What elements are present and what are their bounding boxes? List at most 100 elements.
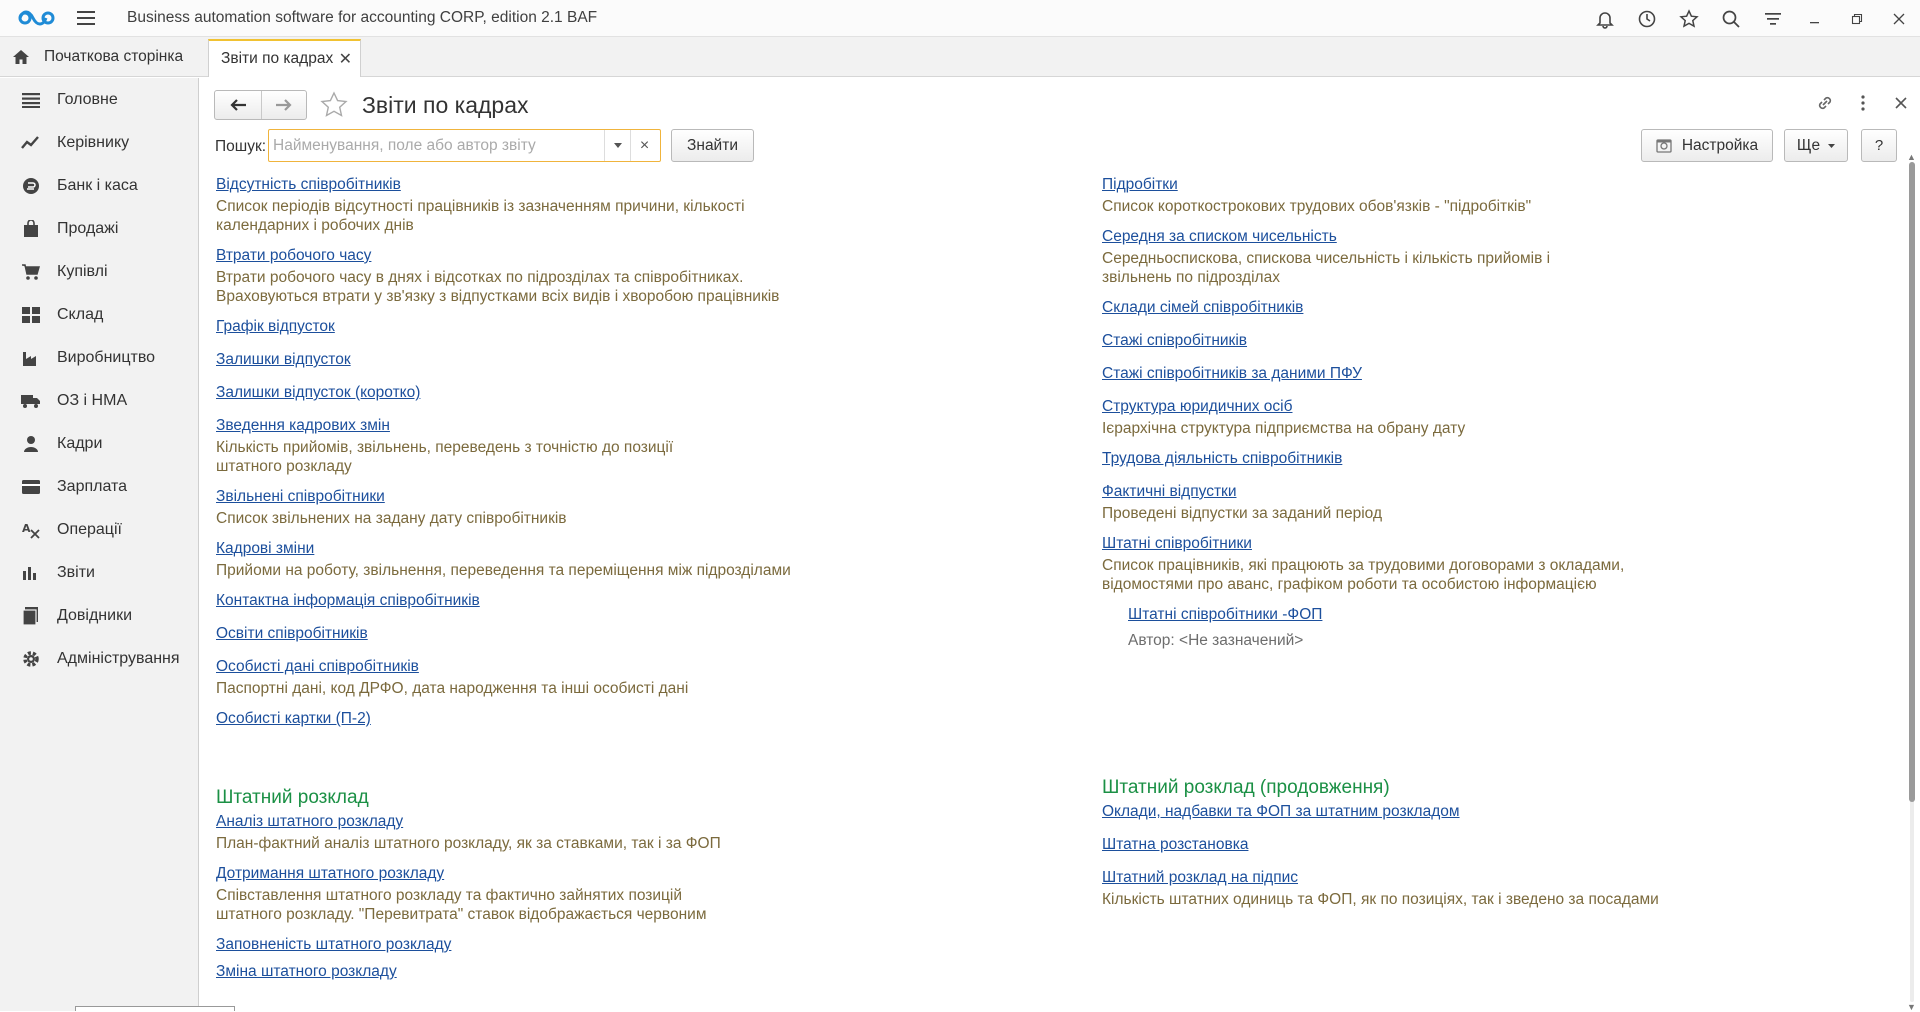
- report-link-personal-data[interactable]: Особисті дані співробітників: [216, 656, 419, 677]
- report-link-dismissed[interactable]: Звільнені співробітники: [216, 486, 385, 507]
- sidebar-item-directories[interactable]: Довідники: [0, 594, 198, 637]
- report-link-average-headcount[interactable]: Середня за списком чисельність: [1102, 226, 1337, 247]
- clear-search-icon[interactable]: ×: [630, 130, 658, 161]
- close-window-icon[interactable]: [1878, 0, 1920, 37]
- report-link-staffing-signature[interactable]: Штатний розклад на підпис: [1102, 867, 1298, 888]
- search-history-dropdown[interactable]: [604, 130, 630, 161]
- sidebar-item-salary[interactable]: Зарплата: [0, 465, 198, 508]
- trend-icon: [20, 132, 42, 154]
- report-description: Ієрархічна структура підприємства на обр…: [1102, 420, 1466, 437]
- find-button[interactable]: Знайти: [671, 129, 754, 162]
- sidebar-item-manager[interactable]: Керівнику: [0, 121, 198, 164]
- reports-column-right: Підробітки Список короткострокових трудо…: [1102, 174, 1882, 919]
- sidebar-item-purchases[interactable]: Купівлі: [0, 250, 198, 293]
- report-link-contact-info[interactable]: Контактна інформація співробітників: [216, 590, 480, 611]
- list-item: Залишки відпусток (коротко): [216, 382, 1036, 403]
- section-title-staffing: Штатний розклад: [216, 787, 369, 808]
- report-link-staffing-change[interactable]: Зміна штатного розкладу: [216, 961, 397, 982]
- sidebar-item-administration[interactable]: Адміністрування: [0, 637, 198, 680]
- report-link-seniority-pfu[interactable]: Стажі співробітників за даними ПФУ: [1102, 363, 1362, 384]
- arrow-right-icon: [275, 99, 292, 111]
- report-link-staff-employees-fop[interactable]: Штатні співробітники -ФОП: [1128, 604, 1322, 625]
- forward-button[interactable]: [260, 91, 307, 119]
- sidebar-item-production[interactable]: Виробництво: [0, 336, 198, 379]
- sidebar-item-reports[interactable]: Звіти: [0, 551, 198, 594]
- main-menu-icon[interactable]: [77, 10, 97, 26]
- sidebar-item-label: Керівнику: [57, 133, 130, 151]
- scroll-up-icon[interactable]: ▲: [1907, 152, 1916, 162]
- cart-icon: [20, 261, 42, 283]
- sidebar-item-operations[interactable]: A Операції: [0, 508, 198, 551]
- report-link-staff-placement[interactable]: Штатна розстановка: [1102, 834, 1248, 855]
- sidebar-item-main[interactable]: Головне: [0, 78, 198, 121]
- settings-button[interactable]: Настройка: [1641, 129, 1773, 162]
- report-link-family[interactable]: Склади сімей співробітників: [1102, 297, 1303, 318]
- report-link-staffing-compliance[interactable]: Дотримання штатного розкладу: [216, 863, 444, 884]
- report-link-hr-changes-summary[interactable]: Зведення кадрових змін: [216, 415, 390, 436]
- report-link-work-activity[interactable]: Трудова діяльність співробітників: [1102, 448, 1342, 469]
- sidebar-item-label: Зарплата: [57, 477, 128, 495]
- sidebar-item-sales[interactable]: Продажі: [0, 207, 198, 250]
- list-item: Особисті дані співробітників Паспортні д…: [216, 656, 1036, 698]
- sidebar-item-label: Звіти: [57, 563, 95, 581]
- vertical-scrollbar[interactable]: ▲ ▼: [1904, 152, 1920, 1012]
- report-link-vacation-balance-short[interactable]: Залишки відпусток (коротко): [216, 382, 420, 403]
- bell-icon[interactable]: [1584, 0, 1626, 37]
- back-button[interactable]: [215, 91, 261, 119]
- report-link-hr-changes[interactable]: Кадрові зміни: [216, 538, 314, 559]
- report-link-lost-time[interactable]: Втрати робочого часу: [216, 245, 371, 266]
- report-description: календарних і робочих днів: [216, 217, 414, 234]
- minimize-icon[interactable]: [1794, 0, 1836, 37]
- link-icon[interactable]: [1806, 88, 1844, 118]
- report-description: звільнень по підрозділах: [1102, 269, 1280, 286]
- report-link-absence[interactable]: Відсутність співробітників: [216, 174, 401, 195]
- search-input[interactable]: [269, 130, 604, 161]
- arrow-left-icon: [230, 99, 246, 111]
- sidebar-item-label: ОЗ і НМА: [57, 391, 128, 409]
- report-link-education[interactable]: Освіти співробітників: [216, 623, 368, 644]
- list-item: Звільнені співробітники Список звільнени…: [216, 486, 1036, 528]
- filter-menu-icon[interactable]: [1752, 0, 1794, 37]
- report-link-vacation-balance[interactable]: Залишки відпусток: [216, 349, 351, 370]
- help-button[interactable]: ?: [1861, 129, 1897, 162]
- tab-hr-reports[interactable]: Звіти по кадрах ✕: [208, 39, 361, 77]
- more-button[interactable]: Ще: [1784, 129, 1848, 162]
- report-link-staffing-analysis[interactable]: Аналіз штатного розкладу: [216, 811, 403, 832]
- list-item: Трудова діяльність співробітників: [1102, 448, 1882, 469]
- report-link-staffing-fill[interactable]: Заповненість штатного розкладу: [216, 934, 451, 955]
- list-item: Оклади, надбавки та ФОП за штатним розкл…: [1102, 801, 1882, 822]
- list-item: Штатний розклад на підпис Кількість штат…: [1102, 867, 1882, 909]
- list-item: Зміна штатного розкладу: [216, 961, 1036, 982]
- report-description: Кількість штатних одиниць та ФОП, як по …: [1102, 891, 1659, 908]
- sidebar-item-bank[interactable]: Банк і каса: [0, 164, 198, 207]
- app-logo-icon: [17, 8, 55, 28]
- sidebar-item-fixed-assets[interactable]: ОЗ і НМА: [0, 379, 198, 422]
- report-link-side-jobs[interactable]: Підробітки: [1102, 174, 1178, 195]
- scrollbar-thumb[interactable]: [1909, 162, 1915, 802]
- list-item: Особисті картки (П-2): [216, 708, 1036, 729]
- search-icon[interactable]: [1710, 0, 1752, 37]
- close-tab-icon[interactable]: ✕: [339, 49, 352, 69]
- report-link-vacation-schedule[interactable]: Графік відпусток: [216, 316, 335, 337]
- add-to-favorites-icon[interactable]: [319, 90, 349, 120]
- report-link-legal-structure[interactable]: Структура юридичних осіб: [1102, 396, 1293, 417]
- report-link-salaries-bonuses-fop[interactable]: Оклади, надбавки та ФОП за штатним розкл…: [1102, 801, 1460, 822]
- more-actions-icon[interactable]: [1844, 88, 1882, 118]
- report-panel: Звіти по кадрах Пошук: × Знайти Настройк…: [200, 78, 1920, 1012]
- sidebar-item-hr[interactable]: Кадри: [0, 422, 198, 465]
- chevron-down-icon: [613, 143, 622, 148]
- report-link-seniority[interactable]: Стажі співробітників: [1102, 330, 1247, 351]
- report-description: Список звільнених на задану дату співроб…: [216, 510, 567, 527]
- tab-bar: Початкова сторінка Звіти по кадрах ✕: [0, 37, 1920, 77]
- list-item: Фактичні відпустки Проведені відпустки з…: [1102, 481, 1882, 523]
- report-link-actual-vacations[interactable]: Фактичні відпустки: [1102, 481, 1236, 502]
- report-link-staff-employees[interactable]: Штатні співробітники: [1102, 533, 1252, 554]
- list-item: Штатні співробітники -ФОП Автор: <Не заз…: [1128, 604, 1882, 650]
- tab-home[interactable]: Початкова сторінка: [0, 37, 183, 76]
- restore-icon[interactable]: [1836, 0, 1878, 37]
- sidebar-item-warehouse[interactable]: Склад: [0, 293, 198, 336]
- favorites-star-icon[interactable]: [1668, 0, 1710, 37]
- history-icon[interactable]: [1626, 0, 1668, 37]
- close-form-icon[interactable]: [1882, 88, 1920, 118]
- report-link-personal-cards[interactable]: Особисті картки (П-2): [216, 708, 371, 729]
